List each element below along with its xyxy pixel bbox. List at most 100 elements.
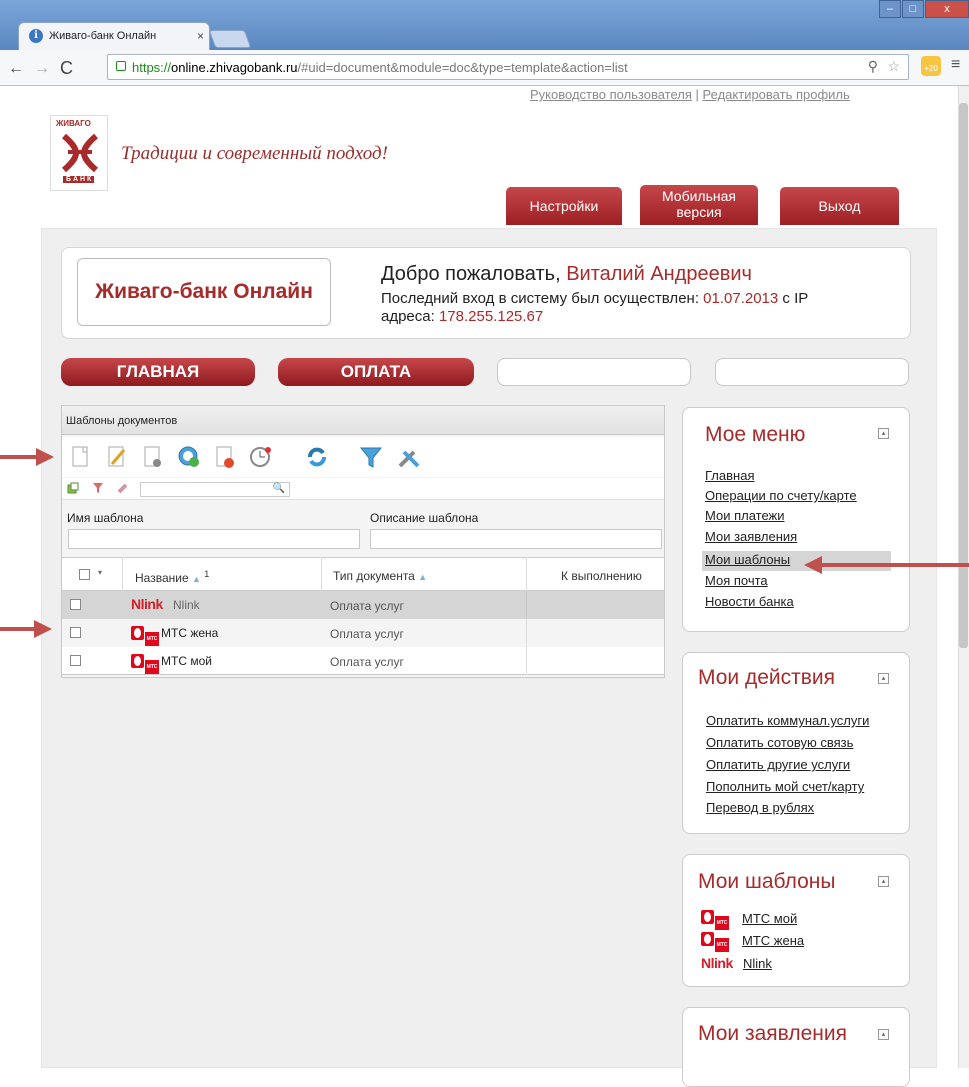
table-row[interactable]: Nlink Nlink Оплата услуг bbox=[62, 591, 664, 619]
filter-name-label: Имя шаблона bbox=[67, 511, 144, 525]
close-window-button[interactable]: x bbox=[925, 0, 969, 18]
forward-icon[interactable]: → bbox=[34, 60, 50, 78]
nlink-logo-icon: Nlink bbox=[131, 596, 163, 612]
sort-icon: ▲ bbox=[418, 572, 428, 582]
header-links: Руководство пользователя | Редактировать… bbox=[530, 87, 850, 102]
template-link[interactable]: МТС жена bbox=[742, 933, 804, 948]
select-all-checkbox[interactable] bbox=[79, 569, 90, 580]
filter-icon[interactable] bbox=[358, 444, 384, 470]
chevron-down-icon[interactable]: ▾ bbox=[98, 568, 102, 577]
new-doc-icon[interactable] bbox=[68, 444, 94, 470]
collapse-icon[interactable]: ▴ bbox=[878, 1029, 889, 1040]
row-separator bbox=[526, 647, 527, 675]
nlink-logo-icon: Nlink bbox=[701, 955, 733, 971]
delete-doc-icon[interactable] bbox=[212, 444, 238, 470]
col-type-label: Тип документа bbox=[333, 569, 415, 583]
annotation-arrowhead bbox=[36, 448, 54, 466]
action-mobile[interactable]: Оплатить сотовую связь bbox=[706, 735, 853, 750]
refresh-icon[interactable] bbox=[304, 444, 330, 470]
template-link[interactable]: Nlink bbox=[743, 956, 772, 971]
link-separator: | bbox=[695, 87, 699, 102]
alarm-icon[interactable] bbox=[248, 444, 274, 470]
ip-address: 178.255.125.67 bbox=[438, 308, 544, 325]
action-topup[interactable]: Пополнить мой счет/карту bbox=[706, 779, 864, 794]
exit-button[interactable]: Выход bbox=[780, 187, 899, 225]
browser-menu-icon[interactable]: ≡ bbox=[951, 56, 960, 74]
collapse-icon[interactable]: ▴ bbox=[878, 876, 889, 887]
menu-item-templates[interactable]: Мои шаблоны bbox=[705, 552, 790, 567]
table-row[interactable]: МТС МТС жена Оплата услуг bbox=[62, 619, 664, 647]
collapse-icon[interactable]: ▴ bbox=[878, 673, 889, 684]
edit-doc-icon[interactable] bbox=[104, 444, 130, 470]
browser-window: i Живаго-банк Онлайн × – □ x ← → C https… bbox=[0, 0, 969, 1087]
nav-empty-1[interactable] bbox=[497, 358, 691, 386]
row-name: Nlink bbox=[173, 598, 200, 612]
close-tab-icon[interactable]: × bbox=[197, 29, 204, 43]
last-login-text: Последний вход в систему был осуществлен… bbox=[381, 290, 699, 307]
col-separator bbox=[526, 557, 527, 591]
mts-logo-icon: МТС bbox=[131, 654, 159, 674]
row-checkbox[interactable] bbox=[70, 627, 81, 638]
mobile-button-line2: версия bbox=[676, 204, 722, 220]
row-type: Оплата услуг bbox=[330, 599, 404, 613]
copy-filter-icon[interactable] bbox=[67, 482, 79, 494]
eraser-icon[interactable] bbox=[117, 482, 129, 494]
clear-filter-icon[interactable] bbox=[92, 482, 104, 494]
menu-item-main[interactable]: Главная bbox=[705, 468, 754, 483]
doc-settings-icon[interactable] bbox=[140, 444, 166, 470]
menu-item-mail[interactable]: Моя почта bbox=[705, 573, 768, 588]
row-name: МТС мой bbox=[161, 654, 212, 668]
manual-link[interactable]: Руководство пользователя bbox=[530, 87, 692, 102]
slogan: Традиции и современный подход! bbox=[121, 143, 388, 164]
sort-order: 1 bbox=[204, 569, 210, 579]
user-name: Виталий Андреевич bbox=[566, 263, 752, 285]
grid-search-input[interactable]: 🔍 bbox=[140, 482, 290, 497]
last-login-info: Последний вход в систему был осуществлен… bbox=[381, 290, 881, 326]
col-separator bbox=[321, 557, 322, 591]
menu-item-payments[interactable]: Мои платежи bbox=[705, 508, 785, 523]
col-name-label: Название bbox=[135, 571, 189, 585]
filter-name-input[interactable] bbox=[68, 529, 360, 549]
table-row[interactable]: МТС МТС мой Оплата услуг bbox=[62, 647, 664, 675]
logo-bottom-text: Б А Н К bbox=[63, 176, 95, 183]
collapse-icon[interactable]: ▴ bbox=[878, 428, 889, 439]
minimize-button[interactable]: – bbox=[879, 0, 901, 18]
mobile-version-button[interactable]: Мобильная версия bbox=[640, 185, 758, 225]
menu-item-requests[interactable]: Мои заявления bbox=[705, 529, 797, 544]
bookmark-star-icon[interactable]: ☆ bbox=[887, 58, 900, 75]
annotation-arrow bbox=[0, 627, 36, 631]
col-exec-header[interactable]: К выполнению bbox=[561, 569, 642, 583]
address-bar[interactable]: https://online.zhivagobank.ru/#uid=docum… bbox=[107, 54, 909, 80]
edit-profile-link[interactable]: Редактировать профиль bbox=[703, 87, 850, 102]
new-tab-button[interactable] bbox=[208, 30, 252, 48]
nav-pay-button[interactable]: ОПЛАТА bbox=[278, 358, 474, 386]
reload-icon[interactable]: C bbox=[60, 58, 73, 79]
filter-desc-input[interactable] bbox=[370, 529, 662, 549]
action-utilities[interactable]: Оплатить коммунал.услуги bbox=[706, 713, 869, 728]
col-type-header[interactable]: Тип документа ▲ bbox=[333, 569, 427, 583]
back-icon[interactable]: ← bbox=[8, 60, 24, 78]
row-checkbox[interactable] bbox=[70, 655, 81, 666]
annotation-arrowhead bbox=[34, 620, 52, 638]
tab-title: Живаго-банк Онлайн bbox=[49, 30, 157, 42]
col-separator bbox=[122, 557, 123, 591]
row-type: Оплата услуг bbox=[330, 655, 404, 669]
menu-item-news[interactable]: Новости банка bbox=[705, 594, 794, 609]
settings-button[interactable]: Настройки bbox=[506, 187, 622, 225]
zoom-icon[interactable]: ⚲ bbox=[868, 58, 878, 75]
bank-logo[interactable]: ЖИВАГО Б А Н К bbox=[50, 115, 108, 191]
schedule-icon[interactable] bbox=[176, 444, 202, 470]
action-transfer[interactable]: Перевод в рублях bbox=[706, 800, 814, 815]
mts-logo-icon: МТС bbox=[131, 626, 159, 646]
row-checkbox[interactable] bbox=[70, 599, 81, 610]
maximize-button[interactable]: □ bbox=[902, 0, 924, 18]
extension-icon[interactable]: +20 bbox=[921, 56, 941, 76]
menu-item-operations[interactable]: Операции по счету/карте bbox=[705, 488, 857, 503]
browser-tab[interactable]: i Живаго-банк Онлайн × bbox=[18, 22, 210, 50]
tools-icon[interactable] bbox=[396, 444, 422, 470]
col-name-header[interactable]: Название ▲ 1 bbox=[135, 569, 209, 585]
action-other[interactable]: Оплатить другие услуги bbox=[706, 757, 850, 772]
template-link[interactable]: МТС мой bbox=[742, 911, 797, 926]
nav-empty-2[interactable] bbox=[715, 358, 909, 386]
nav-main-button[interactable]: ГЛАВНАЯ bbox=[61, 358, 255, 386]
